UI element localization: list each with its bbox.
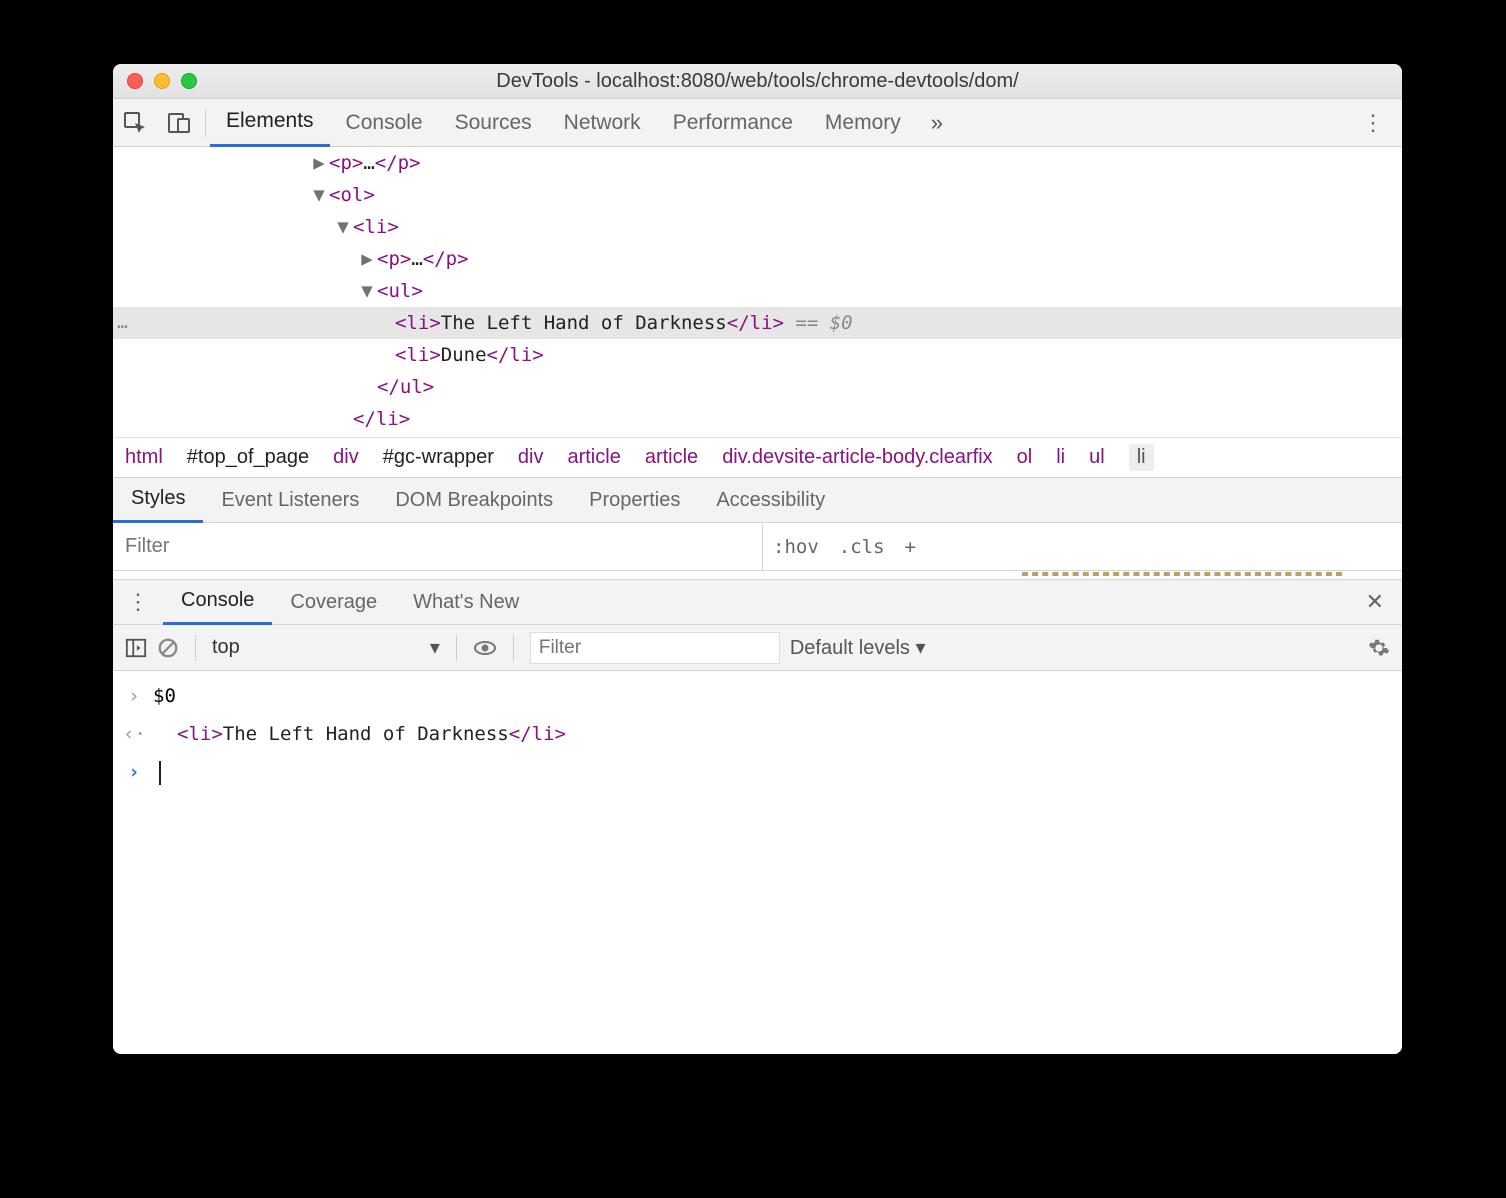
breadcrumb-item[interactable]: #gc-wrapper — [383, 446, 494, 469]
drawer-tab-console[interactable]: Console — [163, 579, 272, 625]
dom-node-row[interactable]: …<li>The Left Hand of Darkness</li> == $… — [113, 307, 1402, 339]
styles-tab-properties[interactable]: Properties — [571, 477, 698, 523]
expand-arrow-icon[interactable]: ▼ — [335, 211, 351, 243]
dom-node-row[interactable]: ▶<p>…</p> — [113, 243, 1402, 275]
breadcrumb-item[interactable]: ol — [1017, 446, 1033, 469]
window-title: DevTools - localhost:8080/web/tools/chro… — [113, 70, 1402, 93]
box-model-fragment — [1022, 572, 1342, 576]
dom-node-row[interactable]: ▼<ol> — [113, 179, 1402, 211]
dom-breadcrumb: html #top_of_page div #gc-wrapper div article… — [113, 437, 1402, 477]
chevron-down-icon: ▾ — [430, 635, 440, 660]
main-tab-performance[interactable]: Performance — [657, 99, 809, 147]
styles-tab-dom-breakpoints[interactable]: DOM Breakpoints — [377, 477, 571, 523]
breadcrumb-item[interactable]: article — [645, 446, 698, 469]
breadcrumb-item[interactable]: html — [125, 446, 163, 469]
drawer-tab-coverage[interactable]: Coverage — [272, 579, 395, 625]
console-prompt[interactable]: › — [113, 753, 1402, 791]
expand-arrow-icon[interactable]: ▼ — [359, 275, 375, 307]
drawer-tab-what-s-new[interactable]: What's New — [395, 579, 537, 625]
styles-tab-styles[interactable]: Styles — [113, 477, 203, 523]
console-context-selector[interactable]: top ▾ — [212, 635, 440, 660]
dom-node-row[interactable]: </ul> — [113, 371, 1402, 403]
separator — [205, 109, 206, 137]
styles-tab-event-listeners[interactable]: Event Listeners — [203, 477, 377, 523]
row-actions-icon[interactable]: … — [117, 307, 130, 339]
main-tab-sources[interactable]: Sources — [439, 99, 548, 147]
breadcrumb-item[interactable]: article — [567, 446, 620, 469]
breadcrumb-item[interactable]: div — [518, 446, 544, 469]
breadcrumb-item[interactable]: div.devsite-article-body.clearfix — [722, 446, 992, 469]
dom-node-row[interactable]: ▼<ul> — [113, 275, 1402, 307]
console-filter-input[interactable] — [530, 632, 780, 664]
close-drawer-icon[interactable]: ✕ — [1348, 589, 1402, 615]
main-tab-memory[interactable]: Memory — [809, 99, 917, 147]
console-toolbar: top ▾ Default levels ▾ — [113, 625, 1402, 671]
toggle-cls-button[interactable]: .cls — [829, 523, 895, 570]
prompt-caret-icon: › — [123, 753, 145, 791]
console-settings-icon[interactable] — [1368, 637, 1390, 659]
breadcrumb-item[interactable]: #top_of_page — [187, 446, 309, 469]
styles-filter-input[interactable] — [113, 523, 763, 570]
expand-arrow-icon[interactable]: ▶ — [311, 147, 327, 179]
drawer-tabbar: ⋮ ConsoleCoverageWhat's New ✕ — [113, 579, 1402, 625]
device-toolbar-icon[interactable] — [157, 99, 201, 147]
devtools-window: DevTools - localhost:8080/web/tools/chro… — [113, 64, 1402, 1054]
breadcrumb-item[interactable]: li — [1056, 446, 1065, 469]
expand-arrow-icon[interactable]: ▶ — [359, 243, 375, 275]
live-expression-icon[interactable] — [473, 636, 497, 660]
dom-node-row[interactable]: ▼<li> — [113, 211, 1402, 243]
new-style-rule-button[interactable]: + — [895, 523, 926, 570]
drawer-menu-icon[interactable]: ⋮ — [113, 589, 163, 615]
breadcrumb-item[interactable]: ul — [1089, 446, 1105, 469]
breadcrumb-item[interactable]: div — [333, 446, 359, 469]
dom-node-row[interactable]: <li>Dune</li> — [113, 339, 1402, 371]
console-message: ‹·<li>The Left Hand of Darkness</li> — [113, 715, 1402, 753]
console-levels-selector[interactable]: Default levels ▾ — [790, 635, 926, 660]
styles-tab-accessibility[interactable]: Accessibility — [698, 477, 843, 523]
console-sidebar-toggle-icon[interactable] — [125, 637, 147, 659]
main-tabbar: ElementsConsoleSourcesNetworkPerformance… — [113, 99, 1402, 147]
selected-node-reference: == $0 — [784, 307, 853, 339]
toggle-hov-button[interactable]: :hov — [763, 523, 829, 570]
input-caret-icon: › — [123, 677, 145, 715]
dom-node-row[interactable]: </li> — [113, 403, 1402, 435]
dom-node-row[interactable]: ▶<p>…</p> — [113, 147, 1402, 179]
console-message: ›$0 — [113, 677, 1402, 715]
main-tab-elements[interactable]: Elements — [210, 99, 330, 147]
main-tab-network[interactable]: Network — [548, 99, 657, 147]
clear-console-icon[interactable] — [157, 637, 179, 659]
titlebar: DevTools - localhost:8080/web/tools/chro… — [113, 64, 1402, 99]
console-output[interactable]: ›$0‹·<li>The Left Hand of Darkness</li>› — [113, 671, 1402, 1054]
devtools-menu-icon[interactable]: ⋮ — [1344, 110, 1402, 136]
inspect-element-icon[interactable] — [113, 99, 157, 147]
styles-body — [113, 571, 1402, 579]
output-caret-icon: ‹· — [123, 715, 145, 753]
expand-arrow-icon[interactable]: ▼ — [311, 179, 327, 211]
elements-dom-tree[interactable]: ▶<p>…</p>▼<ol>▼<li>▶<p>…</p>▼<ul>…<li>Th… — [113, 147, 1402, 437]
breadcrumb-item[interactable]: li — [1129, 444, 1154, 471]
main-tab-console[interactable]: Console — [330, 99, 439, 147]
styles-toolbar: :hov .cls + — [113, 523, 1402, 571]
more-tabs-icon[interactable]: » — [917, 110, 957, 136]
styles-sidebar-tabs: StylesEvent ListenersDOM BreakpointsProp… — [113, 477, 1402, 523]
text-cursor — [159, 761, 161, 785]
